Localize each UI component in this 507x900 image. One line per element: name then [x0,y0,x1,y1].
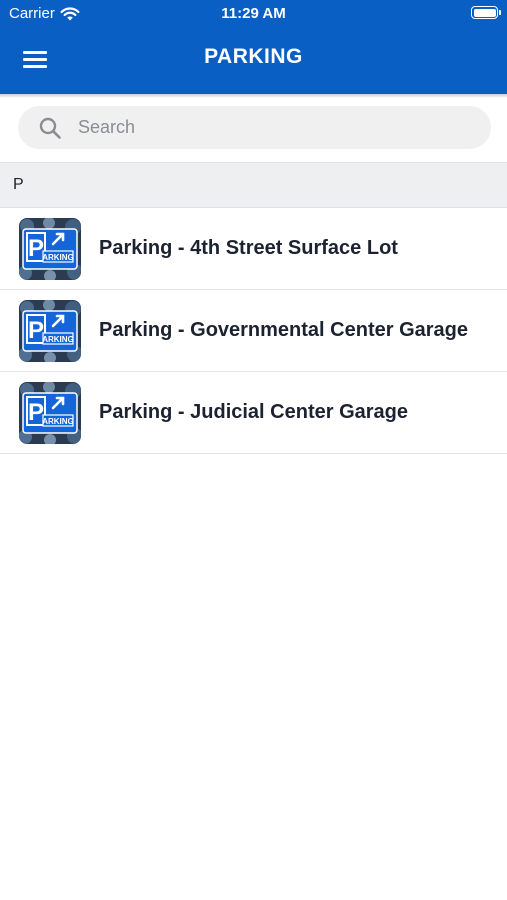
clock: 11:29 AM [221,5,286,22]
list-item-label: Parking - Governmental Center Garage [99,319,469,341]
list-item[interactable]: P ARKING Parking - Governmental Center G… [0,290,507,372]
search-bar[interactable] [18,106,491,149]
parking-sign-icon: P ARKING [19,299,81,362]
app-header: Carrier 11:29 AM PARKING [0,0,507,94]
list-item-label: Parking - 4th Street Surface Lot [99,237,398,259]
header-shadow [0,94,507,98]
section-header: P [0,162,507,208]
status-bar: Carrier 11:29 AM [0,0,507,30]
svg-text:ARKING: ARKING [42,253,74,262]
search-input[interactable] [78,117,458,138]
parking-list: P ARKING Parking - 4th Street Surface Lo… [0,208,507,454]
list-item[interactable]: P ARKING Parking - Judicial Center Garag… [0,372,507,454]
svg-text:ARKING: ARKING [42,335,74,344]
page-title: PARKING [204,45,303,68]
parking-sign-icon: P ARKING [19,381,81,444]
battery-icon [471,6,501,19]
list-item[interactable]: P ARKING Parking - 4th Street Surface Lo… [0,208,507,290]
list-item-label: Parking - Judicial Center Garage [99,401,408,423]
parking-sign-icon: P ARKING [19,217,81,280]
svg-text:ARKING: ARKING [42,417,74,426]
search-icon [39,117,61,139]
